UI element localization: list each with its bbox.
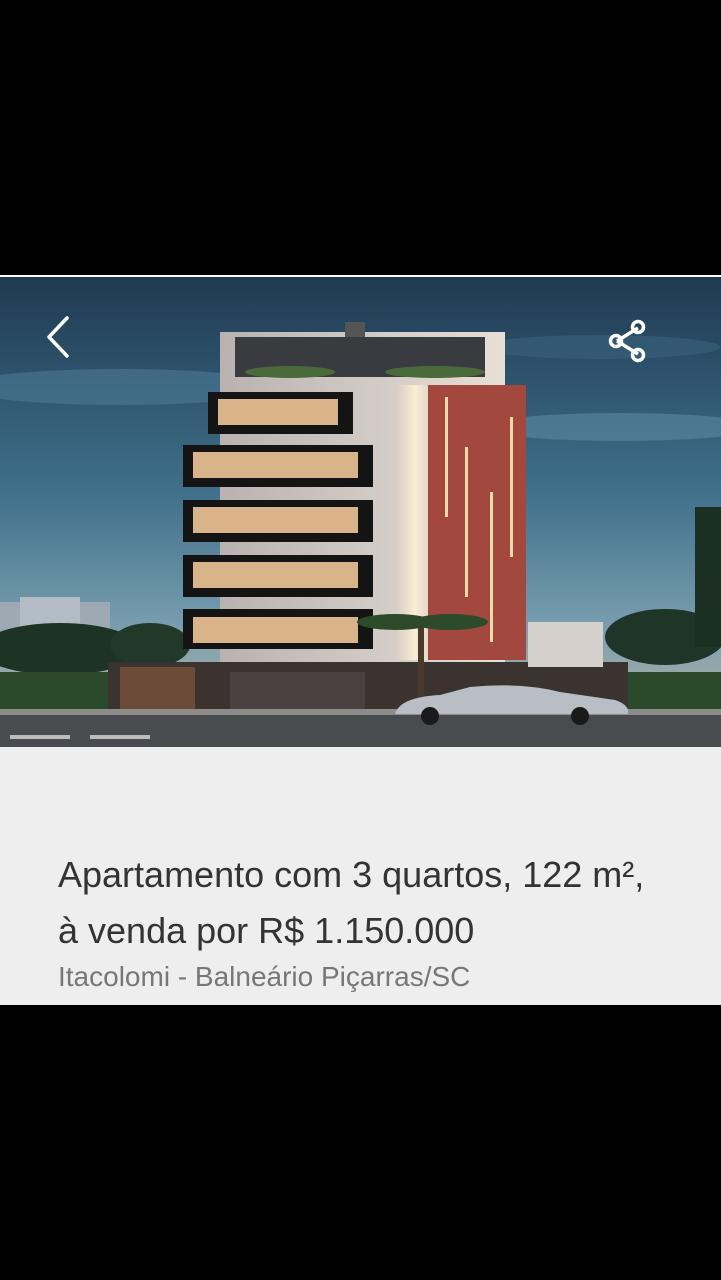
share-button[interactable] bbox=[598, 313, 658, 369]
listing-title: Apartamento com 3 quartos, 122 m², à ven… bbox=[58, 854, 645, 951]
share-icon bbox=[608, 319, 646, 363]
listing-info-panel: Apartamento com 3 quartos, 122 m², à ven… bbox=[0, 747, 721, 1005]
chevron-left-icon bbox=[47, 316, 69, 358]
back-button[interactable] bbox=[30, 307, 90, 367]
listing-location: Itacolomi - Balneário Piçarras/SC bbox=[58, 961, 471, 992]
listing-photo[interactable] bbox=[0, 275, 721, 749]
